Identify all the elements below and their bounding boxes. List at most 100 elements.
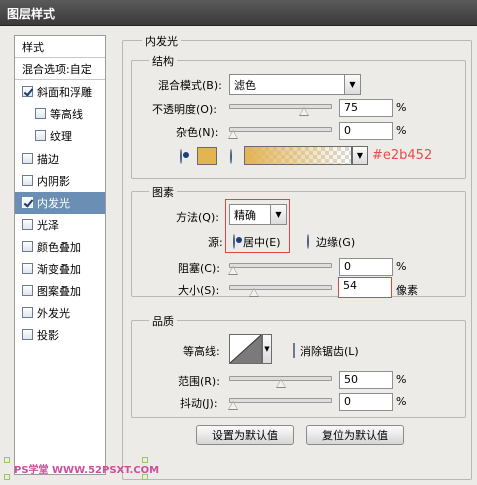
method-value: 精确: [234, 209, 256, 222]
size-input[interactable]: 54: [338, 277, 392, 298]
sidebar-item-drop-shadow[interactable]: 投影: [15, 324, 105, 346]
sidebar-item-bevel-emboss[interactable]: 斜面和浮雕: [15, 81, 105, 103]
noise-slider[interactable]: [229, 127, 332, 132]
source-label: 源:: [208, 236, 223, 249]
choke-label: 阻塞(C):: [178, 262, 220, 275]
sidebar-item-label: 内发光: [37, 196, 70, 210]
source-edge-radio[interactable]: [307, 234, 309, 249]
opacity-slider-thumb[interactable]: [299, 107, 310, 116]
size-slider-thumb[interactable]: [248, 288, 259, 297]
antialias-checkbox[interactable]: [293, 343, 295, 358]
sidebar-item-satin[interactable]: 光泽: [15, 214, 105, 236]
elements-title: 图素: [149, 184, 177, 200]
size-slider[interactable]: [229, 285, 332, 290]
sidebar-item-texture[interactable]: 纹理: [15, 125, 105, 147]
range-slider-thumb[interactable]: [275, 379, 286, 388]
outer-glow-checkbox[interactable]: [22, 307, 33, 318]
opacity-slider[interactable]: [229, 104, 332, 109]
opacity-value: 75: [344, 101, 358, 114]
sidebar-item-label: 投影: [37, 328, 59, 342]
sidebar-item-label: 纹理: [50, 129, 72, 143]
source-center-radio[interactable]: [233, 234, 235, 249]
sidebar-item-pattern-overlay[interactable]: 图案叠加: [15, 280, 105, 302]
reset-default-button[interactable]: 复位为默认值: [306, 425, 404, 445]
sidebar-item-label: 斜面和浮雕: [37, 85, 92, 99]
range-input[interactable]: 50: [339, 371, 393, 389]
gradient-preview[interactable]: [244, 146, 352, 165]
sidebar-item-color-overlay[interactable]: 颜色叠加: [15, 236, 105, 258]
watermark-logo: PS学堂 WWW.52PSXT.COM: [4, 457, 159, 481]
noise-slider-thumb[interactable]: [228, 130, 238, 139]
pattern-overlay-checkbox[interactable]: [22, 285, 33, 296]
inner-shadow-checkbox[interactable]: [22, 175, 33, 186]
source-edge-label[interactable]: 边缘(G): [316, 234, 355, 250]
gradient-overlay-checkbox[interactable]: [22, 263, 33, 274]
sidebar-item-label: 渐变叠加: [37, 262, 81, 276]
size-label: 大小(S):: [178, 284, 220, 297]
sidebar-item-inner-glow[interactable]: 内发光: [15, 192, 105, 214]
antialias-label[interactable]: 消除锯齿(L): [300, 343, 359, 359]
sidebar-item-label: 等高线: [50, 107, 83, 121]
color-swatch[interactable]: [197, 147, 217, 165]
title-bar: 图层样式: [0, 0, 477, 26]
sidebar-item-styles[interactable]: 样式: [15, 36, 105, 58]
opacity-input[interactable]: 75: [339, 99, 393, 117]
blend-mode-value: 滤色: [234, 79, 256, 92]
contour-dropdown-icon[interactable]: ▼: [262, 334, 272, 364]
opacity-label: 不透明度(O):: [152, 103, 217, 116]
bevel-emboss-checkbox[interactable]: [22, 86, 33, 97]
jitter-slider[interactable]: [229, 398, 332, 403]
noise-input[interactable]: 0: [339, 122, 393, 140]
corner-square-icon: [4, 474, 10, 480]
blend-mode-select[interactable]: 滤色 ▼: [229, 74, 361, 95]
solid-color-radio[interactable]: [180, 149, 182, 164]
noise-label: 杂色(N):: [176, 126, 219, 139]
sidebar-item-gradient-overlay[interactable]: 渐变叠加: [15, 258, 105, 280]
choke-slider-thumb[interactable]: [228, 266, 238, 275]
make-default-label: 设置为默认值: [212, 429, 278, 442]
color-overlay-checkbox[interactable]: [22, 241, 33, 252]
gradient-radio[interactable]: [230, 149, 232, 164]
method-select[interactable]: 精确 ▼: [229, 204, 287, 225]
sidebar-item-label: 样式: [22, 40, 44, 54]
jitter-input[interactable]: 0: [339, 393, 393, 411]
sidebar-item-label: 内阴影: [37, 174, 70, 188]
contour-checkbox[interactable]: [35, 108, 46, 119]
make-default-button[interactable]: 设置为默认值: [196, 425, 294, 445]
jitter-slider-thumb[interactable]: [228, 401, 238, 410]
jitter-unit: %: [396, 395, 407, 408]
stroke-checkbox[interactable]: [22, 153, 33, 164]
chevron-down-icon: ▼: [270, 205, 286, 224]
source-center-label[interactable]: 居中(E): [243, 234, 281, 250]
sidebar-item-contour[interactable]: 等高线: [15, 103, 105, 125]
sidebar-item-blending-options[interactable]: 混合选项:自定: [15, 58, 105, 80]
quality-title: 品质: [149, 313, 177, 329]
texture-checkbox[interactable]: [35, 130, 46, 141]
sidebar-item-label: 外发光: [37, 306, 70, 320]
corner-square-icon: [4, 457, 10, 463]
sidebar-item-inner-shadow[interactable]: 内阴影: [15, 170, 105, 192]
style-list: 样式 混合选项:自定 斜面和浮雕 等高线 纹理 描边 内阴影 内发光 光泽 颜色…: [14, 35, 106, 475]
choke-input[interactable]: 0: [339, 258, 393, 276]
noise-value: 0: [344, 124, 351, 137]
noise-unit: %: [396, 124, 407, 137]
satin-checkbox[interactable]: [22, 219, 33, 230]
color-hex-annotation: #e2b452: [372, 148, 433, 163]
sidebar-item-stroke[interactable]: 描边: [15, 148, 105, 170]
contour-preview[interactable]: [229, 334, 262, 364]
choke-value: 0: [344, 260, 351, 273]
jitter-value: 0: [344, 395, 351, 408]
inner-glow-checkbox[interactable]: [22, 197, 33, 208]
choke-slider[interactable]: [229, 263, 332, 268]
jitter-label: 抖动(J):: [180, 397, 218, 410]
method-label: 方法(Q):: [176, 211, 219, 224]
sidebar-item-outer-glow[interactable]: 外发光: [15, 302, 105, 324]
size-value: 54: [343, 279, 357, 292]
sidebar-item-label: 混合选项:自定: [22, 62, 92, 76]
gradient-dropdown-icon[interactable]: ▼: [352, 146, 368, 165]
drop-shadow-checkbox[interactable]: [22, 329, 33, 340]
sidebar-item-label: 图案叠加: [37, 284, 81, 298]
watermark-text: PS学堂 WWW.52PSXT.COM: [14, 465, 160, 476]
contour-label: 等高线:: [183, 345, 220, 358]
window-title: 图层样式: [7, 7, 56, 21]
